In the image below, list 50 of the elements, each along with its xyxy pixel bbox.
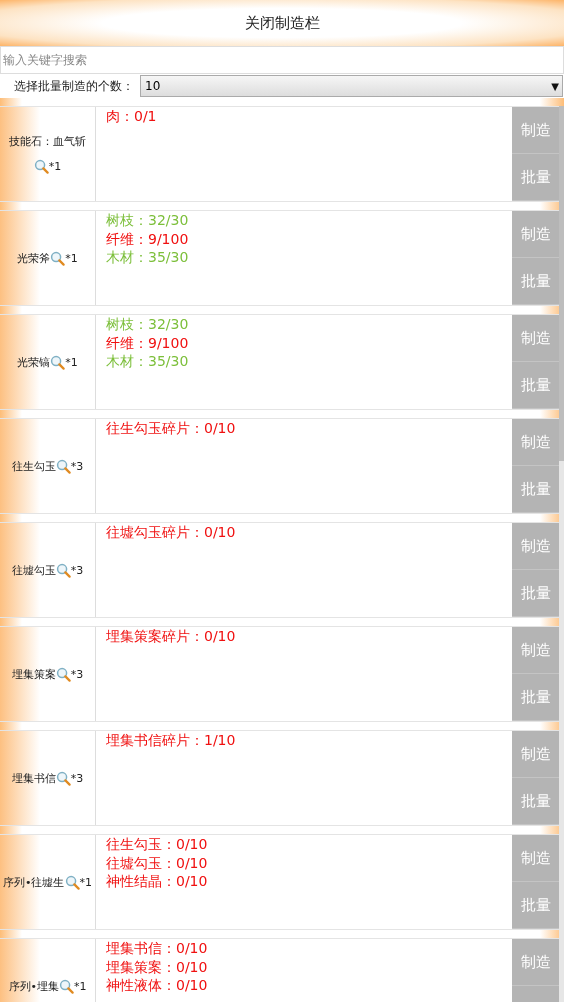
material-requirement: 神性液体：0/10 <box>106 976 209 995</box>
material-requirement: 埋集策案碎片：0/10 <box>106 627 237 646</box>
search-icon[interactable] <box>55 666 71 682</box>
recipe-name: 序列•埋集 <box>8 978 59 994</box>
search-icon[interactable] <box>50 354 66 370</box>
search-icon[interactable] <box>55 562 71 578</box>
recipe-quantity: *1 <box>74 979 87 993</box>
recipe-quantity: *3 <box>70 563 84 577</box>
batch-count-label: 选择批量制造的个数： <box>13 77 135 95</box>
material-requirement: 纤维：9/100 <box>106 333 190 352</box>
search-icon[interactable] <box>55 458 71 474</box>
material-requirement: 树枝：32/30 <box>106 211 190 230</box>
recipe-name: 往生勾玉 <box>11 458 56 474</box>
recipe-name: 光荣镐 <box>17 354 51 370</box>
search-icon[interactable] <box>33 159 49 174</box>
search-icon[interactable] <box>50 250 66 266</box>
recipe-quantity: *3 <box>70 667 84 681</box>
scrollbar[interactable] <box>559 106 564 1002</box>
recipe-quantity: *1 <box>48 160 62 173</box>
dropdown-caret-icon[interactable]: ▼ <box>551 80 559 92</box>
material-requirement: 往生勾玉：0/10 <box>106 835 209 854</box>
recipe-quantity: *3 <box>70 771 84 785</box>
recipe-quantity: *1 <box>65 355 78 369</box>
recipe-quantity: *1 <box>79 875 92 889</box>
material-requirement: 往墟勾玉碎片：0/10 <box>106 523 237 542</box>
material-requirement: 纤维：9/100 <box>106 229 190 248</box>
search-icon[interactable] <box>59 978 74 994</box>
recipe-name: 往墟勾玉 <box>11 562 56 578</box>
material-requirement: 往生勾玉碎片：0/10 <box>106 419 237 438</box>
recipe-name: 光荣斧 <box>17 250 51 266</box>
material-requirement: 埋集书信碎片：1/10 <box>106 731 237 750</box>
close-panel-link[interactable]: 关闭制造栏 <box>244 13 320 33</box>
recipe-quantity: *1 <box>65 251 78 265</box>
search-icon[interactable] <box>64 874 80 890</box>
search-field[interactable]: 输入关键字搜索 <box>0 46 564 74</box>
search-icon[interactable] <box>55 770 71 786</box>
recipe-name: 埋集书信 <box>11 770 56 786</box>
material-requirement: 神性结晶：0/10 <box>106 872 209 891</box>
material-requirement: 木材：35/30 <box>106 248 190 267</box>
recipe-name: 序列•往墟生 <box>3 874 65 890</box>
material-requirement: 埋集书信：0/10 <box>106 939 209 958</box>
recipe-quantity: *3 <box>70 459 84 473</box>
batch-count-dropdown[interactable]: 10 ▼ <box>140 75 563 97</box>
material-requirement: 木材：35/30 <box>106 352 190 371</box>
recipe-name: 技能石：血气斩 <box>9 134 86 149</box>
material-requirement: 往墟勾玉：0/10 <box>106 853 209 872</box>
recipe-name: 埋集策案 <box>11 666 56 682</box>
material-requirement: 肉：0/1 <box>106 107 158 126</box>
material-requirement: 树枝：32/30 <box>106 315 190 334</box>
material-requirement: 埋集策案：0/10 <box>106 957 209 976</box>
